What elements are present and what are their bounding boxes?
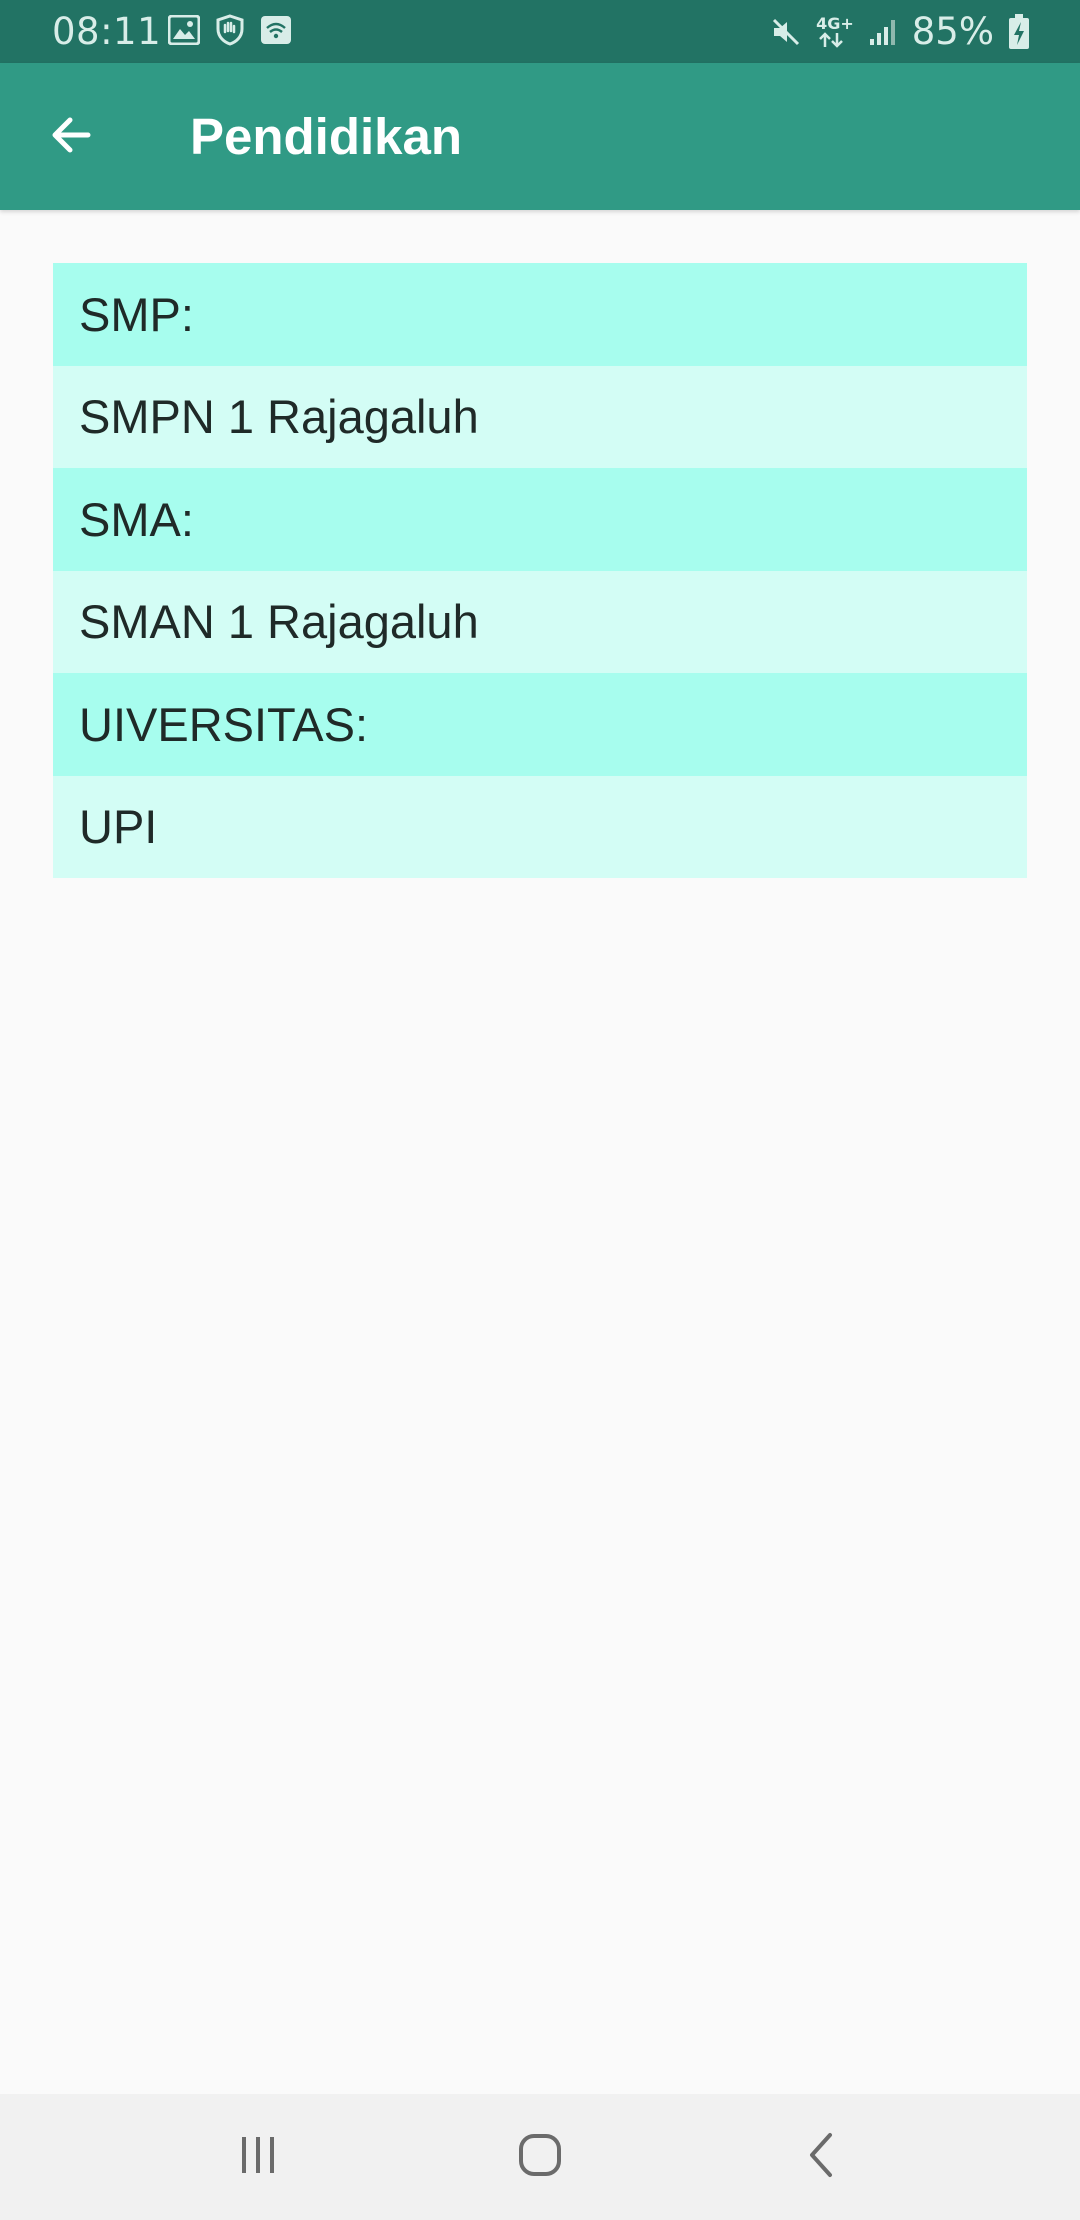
sma-label: SMA:	[53, 468, 1027, 571]
arrow-back-icon	[48, 111, 96, 163]
network-type: 4G+	[816, 14, 854, 33]
home-icon	[516, 2131, 564, 2183]
page-title: Pendidikan	[190, 108, 463, 165]
smp-value: SMPN 1 Rajagaluh	[53, 365, 1027, 468]
recent-apps-icon	[236, 2133, 280, 2181]
wifi-icon	[260, 15, 292, 45]
home-button[interactable]	[495, 2114, 585, 2200]
image-icon	[168, 15, 200, 45]
status-system-icons: 4G+ 85%	[770, 10, 1030, 54]
battery-percentage: 85%	[911, 10, 994, 53]
signal-icon	[868, 17, 898, 47]
university-label: UIVERSITAS:	[53, 673, 1027, 776]
nav-back-button[interactable]	[777, 2114, 867, 2200]
recent-apps-button[interactable]	[213, 2114, 303, 2200]
app-bar: Pendidikan	[0, 63, 1080, 210]
status-time: 08:11	[52, 10, 162, 53]
shield-hand-icon	[214, 14, 246, 46]
education-list: SMP: SMPN 1 Rajagaluh SMA: SMAN 1 Rajaga…	[53, 263, 1027, 878]
university-value: UPI	[53, 775, 1027, 878]
status-bar: 08:11 4G+ 85%	[0, 0, 1080, 63]
back-icon	[800, 2131, 844, 2183]
sma-value: SMAN 1 Rajagaluh	[53, 570, 1027, 673]
battery-charging-icon	[1008, 14, 1030, 50]
smp-label: SMP:	[53, 263, 1027, 366]
mute-icon	[770, 16, 802, 48]
network-4g-icon: 4G+	[816, 16, 854, 48]
back-button[interactable]	[36, 101, 108, 173]
navigation-bar	[0, 2094, 1080, 2220]
status-notification-icons	[168, 14, 292, 46]
